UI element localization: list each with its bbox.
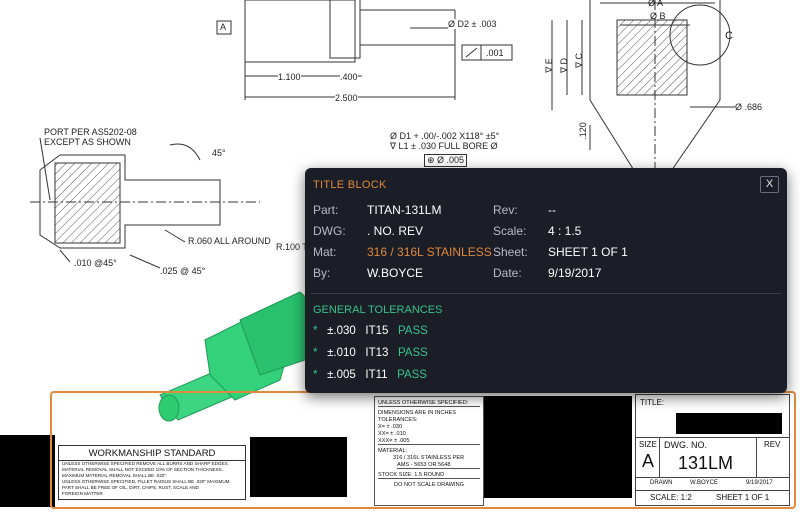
redacted-left	[0, 435, 55, 507]
tolerance-value: ±.010	[327, 347, 356, 359]
dim-c: C	[725, 30, 733, 42]
fitting-body-view	[244, 0, 356, 63]
by-label: By:	[313, 266, 331, 280]
title-block-panel: TITLE BLOCK X Part: TITAN-131LM Rev: -- …	[305, 168, 787, 393]
rev-value: --	[548, 203, 556, 217]
date-label: Date:	[493, 266, 522, 280]
scale-value: 4 : 1.5	[548, 224, 582, 238]
tolerance-symbol	[465, 47, 478, 58]
dim-d2-tolerance: .001	[486, 48, 504, 58]
datum-a-label: A	[220, 22, 227, 32]
angle-45: 45°	[212, 148, 226, 158]
part-label: Part:	[313, 203, 339, 217]
tolerance-status: PASS	[397, 347, 428, 359]
port-thread-hatch	[54, 162, 121, 244]
mat-value: 316 / 316L STAINLESS	[367, 245, 492, 259]
rev-label: Rev:	[493, 203, 518, 217]
tolerance-grade: IT11	[365, 369, 388, 381]
tolerances-title: GENERAL TOLERANCES	[313, 304, 443, 316]
panel-title: TITLE BLOCK	[313, 179, 387, 191]
dwg-label: DWG:	[313, 224, 346, 238]
sheet-value: SHEET 1 OF 1	[548, 245, 628, 259]
part-value: TITAN-131LM	[367, 203, 442, 217]
tolerance-bullet: *	[313, 347, 318, 359]
dim-d2: Ø D2 ± .003	[448, 19, 497, 29]
mat-label: Mat:	[313, 245, 337, 259]
dim-position: ⊕ Ø .005	[424, 154, 468, 167]
tolerance-row: * ±.030 IT15 PASS	[313, 325, 428, 337]
scale-label: Scale:	[493, 224, 527, 238]
leader-010	[59, 249, 71, 263]
title-block-selection-highlight[interactable]	[50, 391, 796, 509]
dim-vc: ∇ C	[574, 52, 585, 69]
close-button[interactable]: X	[760, 176, 779, 193]
dim-120: .120	[577, 122, 588, 140]
dim-l1: ∇ L1 ± .030 FULL BORE Ø	[390, 141, 498, 151]
dwg-value: . NO. REV	[367, 224, 424, 238]
tolerance-row: * ±.010 IT13 PASS	[313, 347, 428, 359]
tolerance-status: PASS	[397, 369, 427, 381]
panel-divider	[311, 293, 781, 294]
dim-1100: 1.100	[278, 72, 301, 82]
tolerance-grade: IT13	[365, 347, 389, 359]
angle-arc-45	[169, 143, 201, 161]
leader-r060	[164, 229, 186, 243]
dim-010: .010 @45°	[74, 258, 117, 268]
tolerance-bullet: *	[313, 369, 318, 381]
tolerance-bullet: *	[313, 325, 318, 337]
leader-025	[129, 254, 161, 269]
date-value: 9/19/2017	[548, 266, 602, 280]
sheet-label: Sheet:	[493, 245, 528, 259]
dim-phi-b: Ø B	[650, 11, 666, 21]
dim-r100: R.100 T	[276, 242, 308, 252]
dim-e: ∇ E	[543, 58, 554, 73]
tolerance-grade: IT15	[365, 325, 389, 337]
dim-2500: 2.500	[335, 93, 358, 103]
section-thread-bore	[616, 19, 688, 96]
dim-686: Ø .686	[735, 102, 763, 112]
dim-d: ∇ D	[559, 57, 570, 74]
tolerance-value: ±.005	[327, 369, 356, 381]
except-note: EXCEPT AS SHOWN	[44, 137, 131, 147]
dim-r060: R.060 ALL AROUND	[188, 236, 271, 246]
tolerance-status: PASS	[397, 325, 428, 337]
dim-phi-a: Ø A	[648, 0, 664, 8]
dim-025: .025 @ 45°	[160, 266, 206, 276]
tolerance-row: * ±.005 IT11 PASS	[313, 369, 427, 381]
port-note: PORT PER AS5202-08	[44, 127, 137, 137]
dim-d1: Ø D1 + .00/-.002 X118° ±5°	[390, 131, 500, 141]
tolerance-value: ±.030	[327, 325, 356, 337]
by-value: W.BOYCE	[367, 266, 424, 280]
dim-400: .400	[340, 72, 358, 82]
